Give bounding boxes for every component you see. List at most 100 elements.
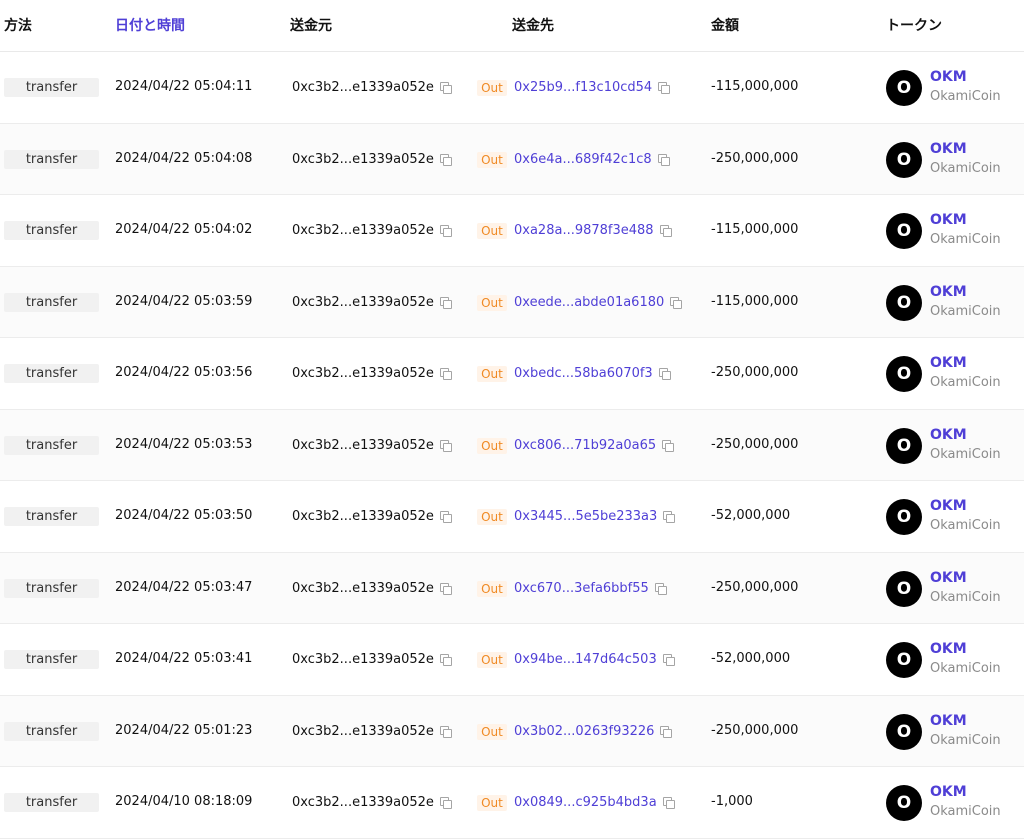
token-symbol-link[interactable]: OKM bbox=[930, 427, 967, 443]
copy-from-address-icon[interactable] bbox=[439, 153, 452, 166]
copy-from-address-icon[interactable] bbox=[439, 296, 452, 309]
token-symbol-link[interactable]: OKM bbox=[930, 284, 967, 300]
from-address: 0xc3b2...e1339a052e bbox=[292, 152, 452, 167]
copy-to-address-icon[interactable] bbox=[659, 225, 672, 237]
to-address-link[interactable]: 0xbedc...58ba6070f3 bbox=[514, 366, 653, 381]
transfer-amount: -250,000,000 bbox=[711, 579, 799, 595]
copy-to-address-icon[interactable] bbox=[670, 296, 683, 309]
to-address[interactable]: 0xeede...abde01a6180 bbox=[514, 295, 683, 310]
method-badge: transfer bbox=[4, 435, 99, 455]
to-address[interactable]: 0x3b02...0263f93226 bbox=[514, 724, 673, 739]
copy-to-address-icon[interactable] bbox=[654, 582, 667, 595]
copy-from-address-icon[interactable] bbox=[439, 582, 452, 595]
token-symbol-link[interactable]: OKM bbox=[930, 141, 967, 157]
direction-out-badge: Out bbox=[477, 151, 507, 168]
direction-out-badge: Out bbox=[477, 652, 507, 668]
to-address[interactable]: 0x94be...147d64c503 bbox=[514, 652, 675, 667]
transaction-time: 2024/04/22 05:04:11 bbox=[115, 79, 253, 94]
from-address-text: 0xc3b2...e1339a052e bbox=[292, 580, 434, 596]
copy-to-address-icon[interactable] bbox=[662, 797, 675, 809]
copy-to-address-icon[interactable] bbox=[660, 725, 673, 738]
from-address-text: 0xc3b2...e1339a052e bbox=[292, 723, 434, 739]
token-name: OkamiCoin bbox=[930, 804, 1001, 819]
to-address-link[interactable]: 0x94be...147d64c503 bbox=[514, 652, 657, 667]
token-logo-icon: O bbox=[886, 713, 922, 750]
from-address: 0xc3b2...e1339a052e bbox=[292, 80, 452, 95]
from-address: 0xc3b2...e1339a052e bbox=[292, 652, 452, 667]
to-address-link[interactable]: 0xc806...71b92a0a65 bbox=[514, 438, 656, 453]
token-symbol-link[interactable]: OKM bbox=[930, 355, 967, 371]
to-address-link[interactable]: 0x3b02...0263f93226 bbox=[514, 724, 654, 739]
transfer-amount: -115,000,000 bbox=[711, 79, 799, 94]
header-time-sort[interactable]: 日付と時間 bbox=[115, 15, 185, 35]
copy-to-address-icon[interactable] bbox=[662, 654, 675, 666]
copy-from-address-icon[interactable] bbox=[439, 82, 452, 94]
copy-from-address-icon[interactable] bbox=[439, 654, 452, 666]
method-badge: transfer bbox=[4, 650, 99, 669]
method-badge: transfer bbox=[4, 507, 99, 526]
from-address-text: 0xc3b2...e1339a052e bbox=[292, 366, 434, 381]
to-address-link[interactable]: 0xc670...3efa6bbf55 bbox=[514, 581, 649, 596]
to-address[interactable]: 0xc806...71b92a0a65 bbox=[514, 438, 675, 453]
copy-from-address-icon[interactable] bbox=[439, 725, 452, 738]
token-symbol-link[interactable]: OKM bbox=[930, 784, 967, 800]
to-address[interactable]: 0xc670...3efa6bbf55 bbox=[514, 581, 667, 596]
token-symbol-link[interactable]: OKM bbox=[930, 69, 967, 85]
method-badge: transfer bbox=[4, 721, 99, 741]
copy-from-address-icon[interactable] bbox=[439, 511, 452, 523]
from-address-text: 0xc3b2...e1339a052e bbox=[292, 294, 434, 310]
direction-out-badge: Out bbox=[477, 366, 507, 382]
token-symbol-link[interactable]: OKM bbox=[930, 713, 967, 729]
header-amount: 金額 bbox=[711, 18, 739, 34]
copy-from-address-icon[interactable] bbox=[439, 797, 452, 809]
transfer-amount: -250,000,000 bbox=[711, 722, 799, 738]
method-badge: transfer bbox=[4, 78, 99, 97]
transfer-amount: -250,000,000 bbox=[711, 150, 799, 166]
copy-to-address-icon[interactable] bbox=[663, 511, 676, 523]
transaction-time: 2024/04/22 05:03:59 bbox=[115, 293, 253, 309]
to-address-link[interactable]: 0x25b9...f13c10cd54 bbox=[514, 80, 652, 95]
to-address-link[interactable]: 0x0849...c925b4bd3a bbox=[514, 795, 657, 810]
transfer-amount: -115,000,000 bbox=[711, 222, 799, 237]
from-address: 0xc3b2...e1339a052e bbox=[292, 366, 452, 381]
method-badge: transfer bbox=[4, 221, 99, 240]
copy-from-address-icon[interactable] bbox=[439, 439, 452, 452]
token-symbol-link[interactable]: OKM bbox=[930, 212, 967, 228]
to-address[interactable]: 0x3445...5e5be233a3 bbox=[514, 509, 676, 524]
direction-out-badge: Out bbox=[477, 580, 507, 597]
copy-to-address-icon[interactable] bbox=[657, 153, 670, 166]
from-address-text: 0xc3b2...e1339a052e bbox=[292, 652, 434, 667]
copy-from-address-icon[interactable] bbox=[439, 225, 452, 237]
to-address[interactable]: 0xbedc...58ba6070f3 bbox=[514, 366, 671, 381]
from-address-text: 0xc3b2...e1339a052e bbox=[292, 509, 434, 524]
transaction-time: 2024/04/22 05:03:53 bbox=[115, 436, 253, 452]
to-address-link[interactable]: 0x3445...5e5be233a3 bbox=[514, 509, 657, 524]
header-to: 送金先 bbox=[512, 18, 554, 34]
to-address[interactable]: 0x25b9...f13c10cd54 bbox=[514, 80, 671, 95]
from-address: 0xc3b2...e1339a052e bbox=[292, 438, 452, 453]
copy-to-address-icon[interactable] bbox=[658, 82, 671, 94]
token-symbol-link[interactable]: OKM bbox=[930, 641, 967, 657]
transaction-time: 2024/04/22 05:01:23 bbox=[115, 722, 253, 738]
token-logo-icon: O bbox=[886, 356, 922, 392]
to-address[interactable]: 0xa28a...9878f3e488 bbox=[514, 223, 672, 238]
token-symbol-link[interactable]: OKM bbox=[930, 498, 967, 514]
to-address-link[interactable]: 0xa28a...9878f3e488 bbox=[514, 223, 654, 238]
token-name: OkamiCoin bbox=[930, 160, 1001, 176]
table-row: transfer 2024/04/22 05:03:59 0xc3b2...e1… bbox=[0, 266, 1024, 338]
to-address-link[interactable]: 0xeede...abde01a6180 bbox=[514, 295, 664, 310]
token-symbol-link[interactable]: OKM bbox=[930, 570, 967, 586]
token-name: OkamiCoin bbox=[930, 303, 1001, 319]
from-address: 0xc3b2...e1339a052e bbox=[292, 509, 452, 524]
to-address-link[interactable]: 0x6e4a...689f42c1c8 bbox=[514, 152, 652, 167]
copy-from-address-icon[interactable] bbox=[439, 368, 452, 380]
copy-to-address-icon[interactable] bbox=[658, 368, 671, 380]
token-logo-icon: O bbox=[886, 213, 922, 249]
transfers-table-body: transfer 2024/04/22 05:04:11 0xc3b2...e1… bbox=[0, 52, 1024, 839]
copy-to-address-icon[interactable] bbox=[662, 439, 675, 452]
token-logo-icon: O bbox=[886, 70, 922, 106]
to-address[interactable]: 0x6e4a...689f42c1c8 bbox=[514, 152, 670, 167]
transaction-time: 2024/04/22 05:03:56 bbox=[115, 365, 253, 380]
to-address[interactable]: 0x0849...c925b4bd3a bbox=[514, 795, 675, 810]
header-token: トークン bbox=[886, 18, 942, 34]
